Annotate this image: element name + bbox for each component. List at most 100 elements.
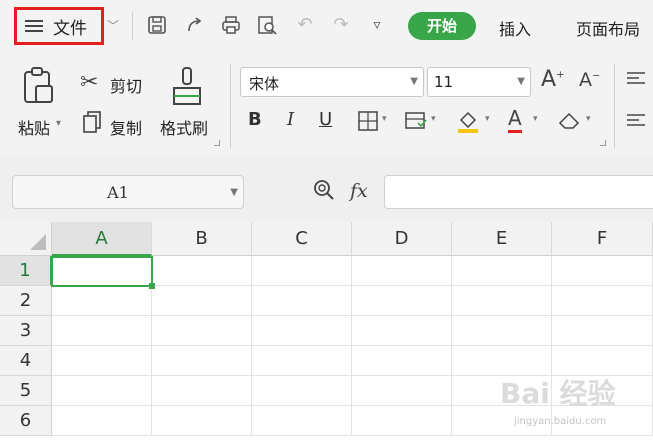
format-painter-icon[interactable] [170,66,204,110]
cell-a5[interactable] [52,376,152,406]
align-left-icon[interactable] [625,112,647,131]
chevron-down-icon: ▼ [517,76,525,87]
align-top-icon[interactable] [625,70,647,89]
italic-button[interactable]: I [287,109,294,130]
copy-button[interactable]: 复制 [110,115,142,139]
cell-e2[interactable] [452,286,552,316]
cell-f1[interactable] [552,256,653,286]
column-header-d[interactable]: D [352,222,452,256]
paste-icon[interactable] [22,66,54,110]
hamburger-icon [25,20,43,32]
select-all-corner[interactable] [0,222,52,256]
row-header-4[interactable]: 4 [0,346,52,376]
cell-c4[interactable] [252,346,352,376]
column-header-e[interactable]: E [452,222,552,256]
cell-b3[interactable] [152,316,252,346]
cell-c1[interactable] [252,256,352,286]
bold-button[interactable]: B [248,109,262,130]
font-size-select[interactable]: 11 ▼ [427,67,531,97]
eraser-icon[interactable] [557,109,583,135]
tab-insert[interactable]: 插入 [499,16,531,40]
cell-e3[interactable] [452,316,552,346]
customize-toolbar-icon[interactable]: ▿ [366,14,388,36]
cell-a3[interactable] [52,316,152,346]
cell-f3[interactable] [552,316,653,346]
format-painter-button[interactable]: 格式刷 [160,115,208,139]
print-icon[interactable] [220,14,242,36]
underline-button[interactable]: U [319,109,332,130]
row-header-5[interactable]: 5 [0,376,52,406]
copy-icon[interactable] [82,110,102,138]
cell-b4[interactable] [152,346,252,376]
cell-b6[interactable] [152,406,252,436]
chevron-down-icon[interactable]: ▾ [485,114,490,124]
row-header-1[interactable]: 1 [0,256,52,286]
cell-d4[interactable] [352,346,452,376]
cell-c6[interactable] [252,406,352,436]
tab-start[interactable]: 开始 [408,12,476,40]
cell-c2[interactable] [252,286,352,316]
watermark-url: jingyan.baidu.com [514,416,607,427]
font-launcher-icon[interactable] [600,140,606,146]
column-header-b[interactable]: B [152,222,252,256]
cell-d1[interactable] [352,256,452,286]
redo-icon[interactable]: ↷ [330,14,352,36]
divider [132,12,133,40]
cell-d3[interactable] [352,316,452,346]
ribbon: 粘贴 ▾ ✂ 剪切 复制 格式刷 宋体 ▼ 11 ▼ A+ A− B I U ▾… [0,52,653,156]
increase-font-size-icon[interactable]: A+ [541,67,564,92]
chevron-down-icon[interactable]: ▾ [56,118,61,129]
row-header-6[interactable]: 6 [0,406,52,436]
name-box[interactable]: A1 ▼ [12,175,244,209]
cell-b2[interactable] [152,286,252,316]
cell-c5[interactable] [252,376,352,406]
paste-button[interactable]: 粘贴 [18,115,50,139]
chevron-down-icon[interactable]: ▾ [533,114,538,124]
file-menu-button[interactable]: 文件 [14,7,104,45]
cell-a2[interactable] [52,286,152,316]
chevron-down-icon[interactable]: ▾ [431,114,436,124]
column-header-a[interactable]: A [52,222,152,256]
cut-button[interactable]: 剪切 [110,73,142,97]
formula-input[interactable] [384,175,653,209]
scissors-icon[interactable]: ✂ [80,70,98,95]
row-header-2[interactable]: 2 [0,286,52,316]
cell-d5[interactable] [352,376,452,406]
chevron-down-icon[interactable]: ▾ [382,114,387,124]
cell-f2[interactable] [552,286,653,316]
cell-d2[interactable] [352,286,452,316]
decrease-font-size-icon[interactable]: A− [579,69,600,91]
fill-color-icon[interactable] [455,108,481,138]
share-icon[interactable] [184,14,206,36]
cell-a6[interactable] [52,406,152,436]
cell-b1[interactable] [152,256,252,286]
file-menu-label: 文件 [53,18,87,39]
row-header-3[interactable]: 3 [0,316,52,346]
cell-e1[interactable] [452,256,552,286]
selected-cell[interactable] [51,256,155,289]
watermark: Bai 经验 jingyan.baidu.com [494,372,653,436]
font-color-icon[interactable]: A [508,106,522,133]
divider [614,64,615,148]
chevron-down-icon: ▼ [410,76,418,87]
border-icon[interactable] [357,110,379,136]
column-header-f[interactable]: F [552,222,653,256]
cell-d6[interactable] [352,406,452,436]
cell-a4[interactable] [52,346,152,376]
tab-page-layout[interactable]: 页面布局 [576,16,640,40]
save-icon[interactable] [146,14,168,36]
divider [230,64,231,148]
zoom-formula-icon[interactable] [312,178,336,206]
font-name-select[interactable]: 宋体 ▼ [240,67,424,97]
chevron-down-icon[interactable]: ▾ [586,114,591,124]
chevron-down-icon[interactable]: ﹀ [107,17,119,34]
font-name-value: 宋体 [249,75,280,93]
undo-icon[interactable]: ↶ [294,14,316,36]
cell-c3[interactable] [252,316,352,346]
cell-style-icon[interactable] [404,110,428,136]
clipboard-launcher-icon[interactable] [214,140,220,146]
insert-function-button[interactable]: fx [350,180,368,202]
cell-b5[interactable] [152,376,252,406]
column-header-c[interactable]: C [252,222,352,256]
print-preview-icon[interactable] [256,14,278,36]
